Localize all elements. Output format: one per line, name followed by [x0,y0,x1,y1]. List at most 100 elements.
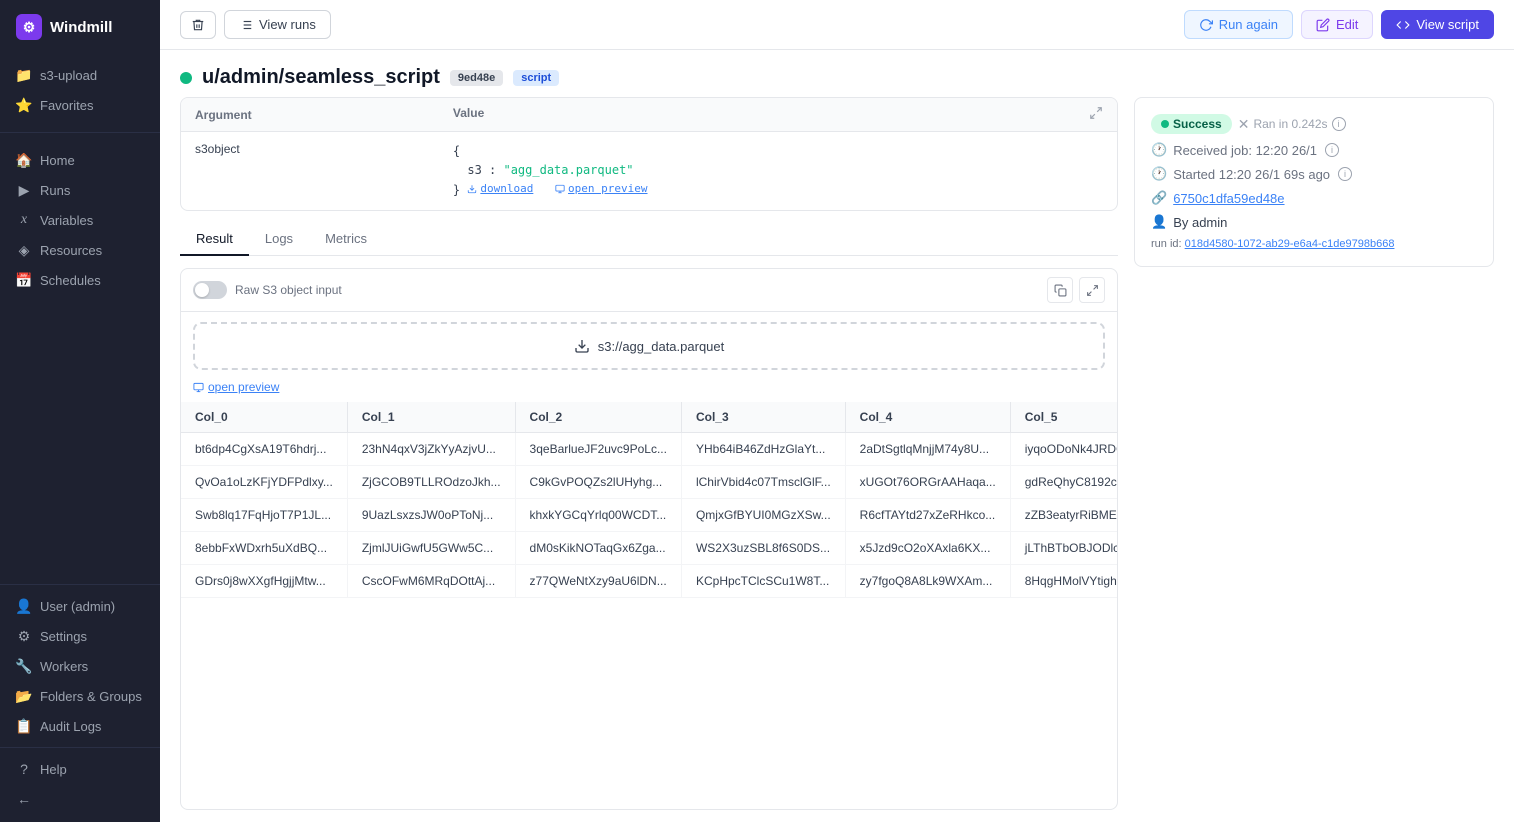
sidebar-item-favorites[interactable]: ⭐ Favorites [0,90,160,120]
sidebar-item-s3upload[interactable]: 📁 s3-upload [0,60,160,90]
args-col-argument: Argument [181,98,439,132]
table-cell: dM0sKikNOTaqGx6Zga... [515,532,681,565]
left-panel: Argument Value s3object [180,97,1118,810]
sidebar-item-label: Variables [40,213,93,228]
edit-icon [1316,18,1330,32]
sidebar-item-schedules[interactable]: 📅 Schedules [0,265,160,295]
copy-icon-button[interactable] [1047,277,1073,303]
sidebar-item-settings[interactable]: ⚙ Settings [0,621,160,651]
sidebar-item-label: User (admin) [40,599,115,614]
download-area[interactable]: s3://agg_data.parquet [193,322,1105,370]
expand-button[interactable] [1089,106,1103,123]
sidebar-divider-footer [0,747,160,748]
started-label: Started 12:20 26/1 69s ago [1173,167,1330,182]
col-header-2: Col_2 [515,402,681,433]
sidebar-item-runs[interactable]: ▶ Runs [0,175,160,205]
tab-metrics[interactable]: Metrics [309,223,383,256]
sidebar-item-label: Workers [40,659,88,674]
user2-icon: 👤 [1151,214,1167,230]
table-cell: zZB3eatyrRiBMEJrXlhL... [1010,499,1117,532]
sidebar-item-home[interactable]: 🏠 Home [0,145,160,175]
home-icon: 🏠 [16,152,32,168]
sidebar-logo[interactable]: ⚙ Windmill [0,0,160,54]
run-id-link[interactable]: 018d4580-1072-ab29-e6a4-c1de9798b668 [1185,238,1395,250]
sidebar-item-variables[interactable]: x Variables [0,205,160,235]
ran-in-label: Ran in 0.242s [1253,117,1327,131]
args-col-value: Value [439,98,1117,132]
arg-name: s3object [181,132,439,211]
download-icon [574,338,590,354]
by-row: 👤 By admin [1151,214,1477,230]
raw-s3-toggle[interactable] [193,281,227,299]
sidebar-item-user[interactable]: 👤 User (admin) [0,591,160,621]
sidebar-item-label: Home [40,153,75,168]
ran-in-row: ✕ Ran in 0.242s i [1238,116,1346,133]
download-label: download [480,180,533,198]
table-row: 8ebbFxWDxrh5uXdBQ...ZjmlJUiGwfU5GWw5C...… [181,532,1117,565]
sidebar-item-folders-groups[interactable]: 📂 Folders & Groups [0,681,160,711]
run-again-button[interactable]: Run again [1184,10,1293,39]
app-name: Windmill [50,19,112,36]
pinned-section: 📁 s3-upload ⭐ Favorites [0,54,160,126]
table-cell: 8ebbFxWDxrh5uXdBQ... [181,532,347,565]
table-cell: iyqoODoNk4JRDQTZT... [1010,433,1117,466]
view-runs-button[interactable]: View runs [224,10,331,39]
tab-result[interactable]: Result [180,223,249,256]
sidebar-divider [0,132,160,133]
code-block: { s3 : "agg_data.parquet" } download [453,142,1103,200]
received-info-icon: i [1325,143,1339,157]
table-cell: xUGOt76ORGrAAHaqa... [845,466,1010,499]
job-id-link[interactable]: 6750c1dfa59ed48e [1173,191,1284,206]
sidebar-item-help[interactable]: ? Help [0,754,160,784]
table-cell: GDrs0j8wXXgfHgjjMtw... [181,565,347,598]
topbar-left: View runs [180,10,331,39]
star-icon: ⭐ [16,97,32,113]
table-row: GDrs0j8wXXgfHgjjMtw...CscOFwM6MRqDOttAj.… [181,565,1117,598]
col-header-1: Col_1 [347,402,515,433]
expand-icon-button[interactable] [1079,277,1105,303]
code-icon [1396,18,1410,32]
table-cell: QmjxGfBYUI0MGzXSw... [681,499,845,532]
table-cell: jLThBTbOBJODlc65lw1... [1010,532,1117,565]
sidebar-item-resources[interactable]: ◈ Resources [0,235,160,265]
sidebar-bottom: 👤 User (admin) ⚙ Settings 🔧 Workers 📂 Fo… [0,570,160,822]
view-script-button[interactable]: View script [1381,10,1494,39]
table-cell: 8HqgHMolVYtighQcmc... [1010,565,1117,598]
script-title: u/admin/seamless_script [202,66,440,89]
started-row: 🕐 Started 12:20 26/1 69s ago i [1151,166,1477,182]
table-cell: CscOFwM6MRqDOttAj... [347,565,515,598]
link-icon: 🔗 [1151,190,1167,206]
main-content: View runs Run again Edit View script u/a… [160,0,1514,822]
sidebar-item-back[interactable]: ← [0,784,160,814]
open-preview-label: open preview [208,380,279,394]
sidebar-item-audit-logs[interactable]: 📋 Audit Logs [0,711,160,741]
sidebar-item-label: Resources [40,243,102,258]
run-again-label: Run again [1219,17,1278,32]
workers-icon: 🔧 [16,658,32,674]
sidebar-item-workers[interactable]: 🔧 Workers [0,651,160,681]
preview-icon [193,382,204,393]
back-icon: ← [16,791,32,807]
data-table-wrap: Col_0 Col_1 Col_2 Col_3 Col_4 Col_5 bt6d… [181,402,1117,809]
open-preview-inline-link[interactable]: open preview [555,180,647,198]
delete-button[interactable] [180,11,216,39]
download-link[interactable]: download [467,180,533,198]
open-preview-link[interactable]: open preview [193,380,1105,394]
settings-icon: ⚙ [16,628,32,644]
edit-button[interactable]: Edit [1301,10,1373,39]
result-tabs: Result Logs Metrics [180,223,1118,256]
table-cell: Swb8lq17FqHjoT7P1JL... [181,499,347,532]
variable-icon: x [16,212,32,228]
script-tag-badge: script [513,70,559,86]
received-label: Received job: 12:20 26/1 [1173,143,1317,158]
schedule-icon: 📅 [16,272,32,288]
tab-logs[interactable]: Logs [249,223,309,256]
refresh-icon [1199,18,1213,32]
data-table-body: bt6dp4CgXsA19T6hdrj...23hN4qxV3jZkYyAzjv… [181,433,1117,598]
resource-icon: ◈ [16,242,32,258]
table-row: Swb8lq17FqHjoT7P1JL...9UazLsxzsJW0oPToNj… [181,499,1117,532]
sidebar-item-label: s3-upload [40,68,97,83]
success-label: Success [1173,117,1222,131]
code-string: "agg_data.parquet" [503,163,633,177]
data-table-header: Col_0 Col_1 Col_2 Col_3 Col_4 Col_5 [181,402,1117,433]
